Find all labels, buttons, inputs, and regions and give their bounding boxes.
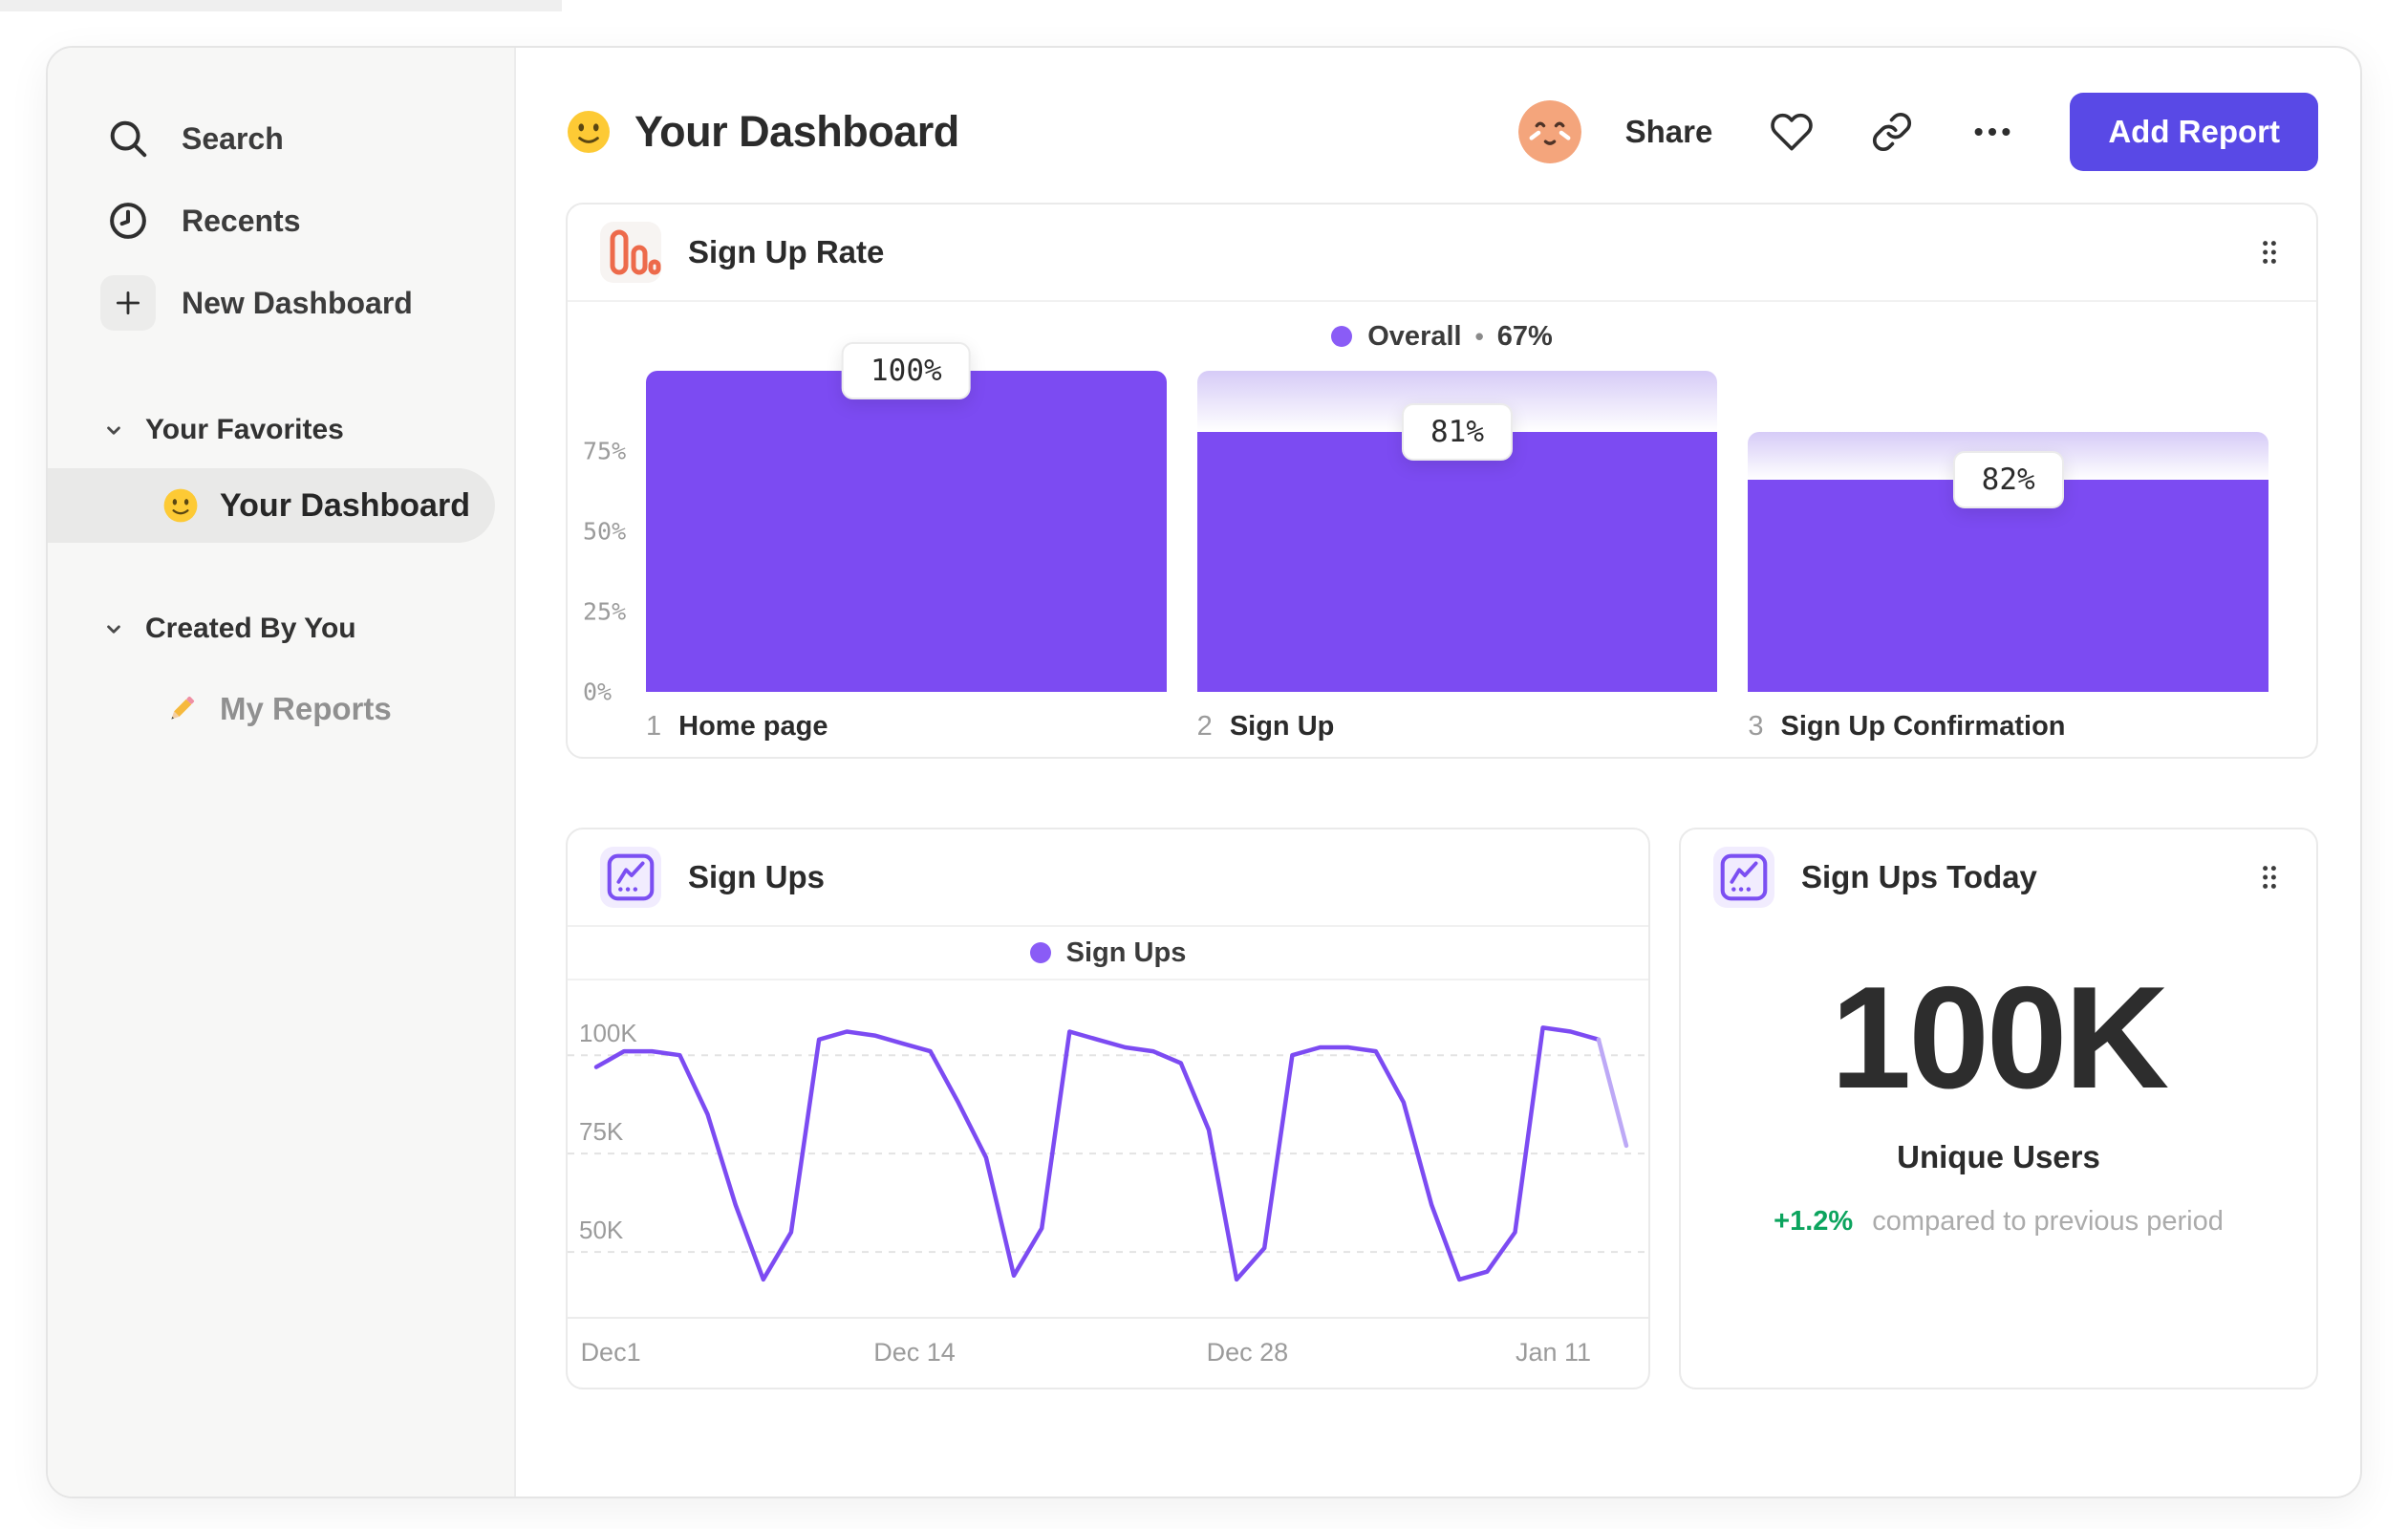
sidebar-section-your-favorites: Your Favorites Your Dashboard	[48, 403, 514, 543]
y-axis-tick-label: 75K	[579, 1117, 624, 1146]
funnel-bar: 81%	[1196, 371, 1718, 692]
funnel-bar: 82%	[1748, 371, 2269, 692]
pencil-emoji-icon	[171, 696, 195, 720]
funnel-bar-solid	[646, 371, 1167, 692]
funnel-bar-value-label: 82%	[1952, 451, 2064, 509]
legend-dot	[1331, 326, 1353, 347]
chevron-down-icon	[107, 426, 120, 435]
page-header: Your Dashboard Share Add Report	[566, 86, 2318, 178]
sidebar-item-new-dashboard[interactable]: New Dashboard	[48, 262, 514, 344]
line-legend: Sign Ups	[568, 927, 1648, 979]
funnel-bar-value-label: 100%	[842, 342, 971, 399]
bar-chart-icon	[600, 222, 661, 283]
y-axis-tick-label: 50K	[579, 1216, 624, 1244]
sidebar-item-label: Search	[182, 120, 284, 156]
y-axis-tick-label: 100K	[579, 1019, 637, 1047]
sidebar-item-label: Recents	[182, 203, 301, 238]
sign-ups-card: Sign Ups Sign Ups 100K 75K 50K Dec1 Dec 14 D…	[566, 828, 1650, 1389]
y-axis-tick-label: 50%	[583, 517, 627, 546]
metric-delta: +1.2% compared to previous period	[1774, 1206, 2224, 1237]
funnel-step-label: 1 Home page	[646, 711, 828, 742]
add-report-button[interactable]: Add Report	[2070, 93, 2318, 171]
funnel-bar-solid	[1196, 431, 1718, 692]
section-header-your-favorites[interactable]: Your Favorites	[48, 403, 514, 457]
card-title: Sign Ups Today	[1801, 859, 2037, 894]
heart-icon[interactable]	[1770, 110, 1814, 154]
drag-handle-icon[interactable]	[2255, 236, 2284, 269]
sign-up-rate-card-header: Sign Up Rate	[568, 205, 2316, 300]
funnel-bar: 100%	[646, 342, 1167, 692]
sidebar: Search Recents New Dashboard Your Favori…	[48, 48, 516, 1497]
y-axis-tick-label: 0%	[583, 678, 613, 706]
funnel-legend: Overall • 67%	[568, 302, 2316, 371]
link-icon[interactable]	[1871, 111, 1913, 153]
smiley-emoji-icon	[163, 488, 198, 523]
sidebar-section-created-by-you: Created By You My Reports	[48, 602, 514, 740]
chevron-down-icon	[107, 625, 120, 634]
funnel-step-label: 3 Sign Up Confirmation	[1748, 711, 2066, 742]
section-header-created-by-you[interactable]: Created By You	[48, 602, 514, 656]
sidebar-item-your-dashboard[interactable]: Your Dashboard	[48, 468, 495, 543]
funnel-step-label: 2 Sign Up	[1196, 711, 1335, 742]
line-chart-icon	[1713, 847, 1774, 908]
x-axis-tick-label: Jan 11	[1515, 1338, 1591, 1367]
sidebar-item-recents[interactable]: Recents	[48, 180, 514, 262]
drag-handle-icon[interactable]	[2255, 861, 2284, 894]
ellipsis-icon[interactable]	[1970, 110, 2014, 154]
main-content: Your Dashboard Share Add Report Sign Up …	[516, 48, 2360, 1497]
sidebar-item-my-reports[interactable]: My Reports	[48, 678, 514, 740]
funnel-chart: 75% 50% 25% 0% 100% 81% 82%	[568, 342, 2316, 706]
avatar[interactable]	[1517, 100, 1581, 163]
line-chart-icon	[600, 847, 661, 908]
card-title: Sign Ups	[688, 859, 826, 894]
y-axis-tick-label: 75%	[583, 437, 627, 465]
x-axis-tick-label: Dec1	[580, 1338, 641, 1367]
sign-ups-today-card-header: Sign Ups Today	[1681, 829, 2316, 925]
line-chart: 100K 75K 50K	[568, 980, 1648, 1317]
sign-up-rate-card: Sign Up Rate Overall • 67% 75% 50% 25% 0…	[566, 203, 2318, 759]
card-title: Sign Up Rate	[688, 234, 885, 269]
legend-dot	[1029, 942, 1051, 963]
plus-icon	[100, 275, 156, 331]
screen-edge-artifact	[0, 0, 562, 11]
sign-ups-today-card: Sign Ups Today 100K Unique Users +1.2% c…	[1679, 828, 2318, 1389]
metric-label: Unique Users	[1897, 1139, 2100, 1174]
line-chart-svg: 100K 75K 50K	[568, 1019, 1648, 1282]
x-axis-tick-label: Dec 28	[1206, 1338, 1289, 1367]
sign-ups-card-header: Sign Ups	[568, 829, 1648, 925]
sidebar-item-label: New Dashboard	[182, 285, 413, 320]
x-axis-tick-label: Dec 14	[873, 1338, 956, 1367]
funnel-bar-value-label: 81%	[1402, 402, 1513, 461]
clock-icon	[99, 192, 157, 249]
share-button[interactable]: Share	[1625, 114, 1713, 150]
page-title: Your Dashboard	[634, 107, 959, 156]
metric-value: 100K	[1830, 957, 2169, 1119]
app-window: Search Recents New Dashboard Your Favori…	[46, 46, 2362, 1498]
header-actions: Share Add Report	[1517, 93, 2318, 171]
y-axis-tick-label: 25%	[583, 597, 627, 626]
funnel-bar-solid	[1748, 480, 2269, 692]
smiley-emoji-icon	[568, 111, 610, 153]
x-axis: Dec1 Dec 14 Dec 28 Jan 11	[568, 1317, 1648, 1389]
search-icon	[99, 110, 157, 167]
sidebar-item-search[interactable]: Search	[48, 97, 514, 180]
